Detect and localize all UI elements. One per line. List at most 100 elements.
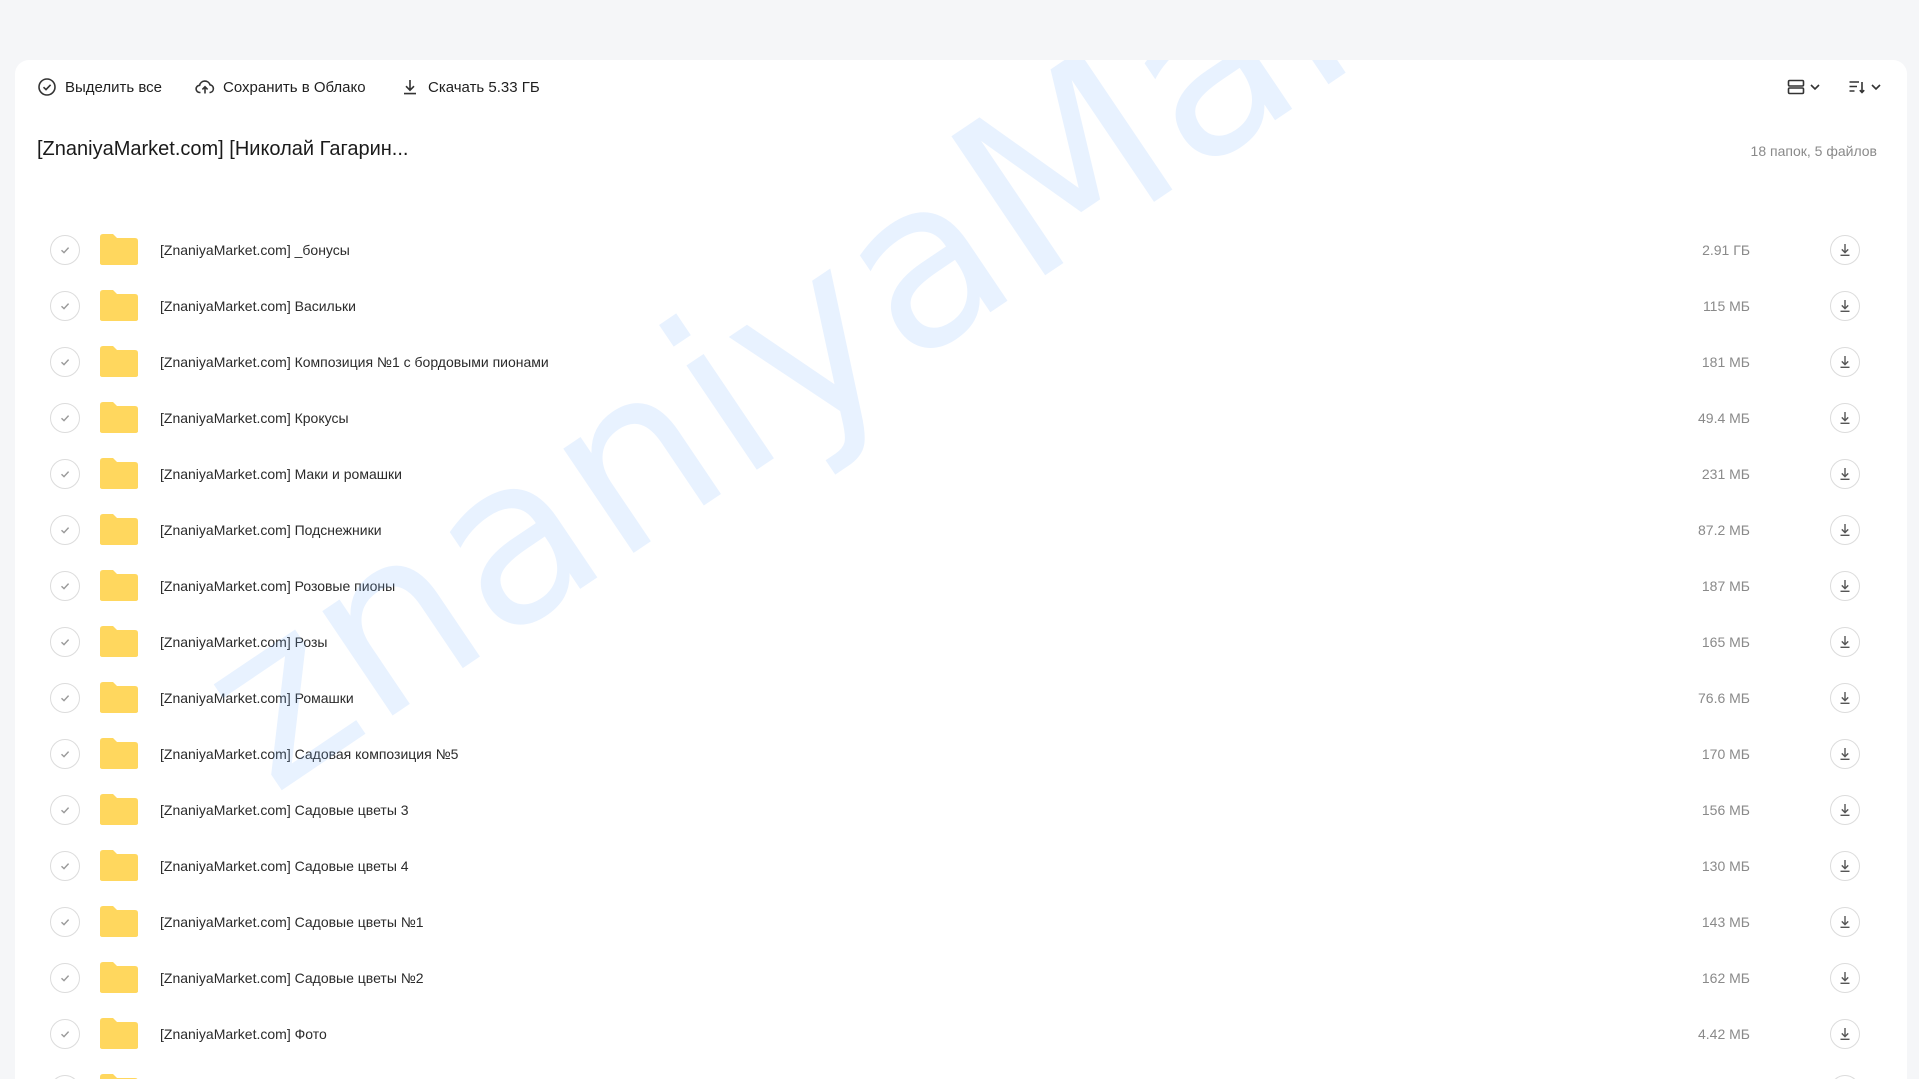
save-to-cloud-button[interactable]: Сохранить в Облако — [195, 74, 366, 100]
download-button[interactable] — [1830, 235, 1860, 265]
toolbar: Выделить все Сохранить в Облако Скачать … — [15, 60, 1907, 114]
download-icon — [1840, 860, 1850, 872]
item-name[interactable]: [ZnaniyaMarket.com] Садовая композиция №… — [160, 726, 458, 782]
select-checkbox[interactable] — [50, 515, 80, 545]
item-name[interactable]: [ZnaniyaMarket.com] Садовые цветы 3 — [160, 782, 409, 838]
item-name[interactable]: [ZnaniyaMarket.com] Маки и ромашки — [160, 446, 402, 502]
select-checkbox[interactable] — [50, 403, 80, 433]
select-checkbox[interactable] — [50, 347, 80, 377]
list-item[interactable]: [ZnaniyaMarket.com] Цыплята 207 МБ — [15, 1062, 1875, 1079]
download-button[interactable] — [1830, 459, 1860, 489]
list-item[interactable]: [ZnaniyaMarket.com] Садовые цветы №1 143 … — [15, 894, 1875, 950]
checkmark-icon — [61, 695, 70, 702]
list-item[interactable]: [ZnaniyaMarket.com] Крокусы 49.4 МБ — [15, 390, 1875, 446]
download-icon — [1840, 412, 1850, 424]
folder-icon — [100, 1074, 138, 1079]
list-item[interactable]: [ZnaniyaMarket.com] Маки и ромашки 231 МБ — [15, 446, 1875, 502]
list-item[interactable]: [ZnaniyaMarket.com] Садовая композиция №… — [15, 726, 1875, 782]
download-button[interactable] — [1830, 963, 1860, 993]
select-checkbox[interactable] — [50, 739, 80, 769]
item-name[interactable]: [ZnaniyaMarket.com] Подснежники — [160, 502, 382, 558]
item-name[interactable]: [ZnaniyaMarket.com] Цыплята — [160, 1062, 352, 1079]
list-item[interactable]: [ZnaniyaMarket.com] Ромашки 76.6 МБ — [15, 670, 1875, 726]
list-item[interactable]: [ZnaniyaMarket.com] Розовые пионы 187 МБ — [15, 558, 1875, 614]
download-icon — [1840, 748, 1850, 760]
list-item[interactable]: [ZnaniyaMarket.com] Садовые цветы 3 156 М… — [15, 782, 1875, 838]
select-checkbox[interactable] — [50, 1019, 80, 1049]
list-item[interactable]: [ZnaniyaMarket.com] Розы 165 МБ — [15, 614, 1875, 670]
item-name[interactable]: [ZnaniyaMarket.com] Васильки — [160, 278, 356, 334]
item-size: 87.2 МБ — [1698, 522, 1750, 538]
folder-icon — [100, 570, 138, 601]
list-item[interactable]: [ZnaniyaMarket.com] Фото 4.42 МБ — [15, 1006, 1875, 1062]
list-item[interactable]: [ZnaniyaMarket.com] _бонусы 2.91 ГБ — [15, 222, 1875, 278]
select-checkbox[interactable] — [50, 683, 80, 713]
item-name[interactable]: [ZnaniyaMarket.com] Садовые цветы 4 — [160, 838, 409, 894]
list-view-icon — [1787, 78, 1805, 96]
select-checkbox[interactable] — [50, 1075, 80, 1079]
select-all-button[interactable]: Выделить все — [37, 74, 162, 100]
select-checkbox[interactable] — [50, 291, 80, 321]
download-button[interactable] — [1830, 627, 1860, 657]
sort-toggle[interactable] — [1848, 74, 1882, 100]
checkmark-icon — [61, 975, 70, 982]
download-icon — [400, 77, 420, 97]
select-checkbox[interactable] — [50, 795, 80, 825]
download-button[interactable] — [1830, 907, 1860, 937]
item-size: 143 МБ — [1701, 914, 1750, 930]
download-button[interactable] — [1830, 795, 1860, 825]
item-name[interactable]: [ZnaniyaMarket.com] Фото — [160, 1006, 327, 1062]
view-mode-toggle[interactable] — [1787, 74, 1821, 100]
download-button[interactable] — [1830, 683, 1860, 713]
list-item[interactable]: [ZnaniyaMarket.com] Садовые цветы №2 162 … — [15, 950, 1875, 1006]
download-button[interactable] — [1830, 347, 1860, 377]
download-button[interactable] — [1830, 1075, 1860, 1079]
select-checkbox[interactable] — [50, 627, 80, 657]
select-checkbox[interactable] — [50, 907, 80, 937]
download-icon — [1840, 300, 1850, 312]
download-button[interactable] — [1830, 571, 1860, 601]
item-name[interactable]: [ZnaniyaMarket.com] Розовые пионы — [160, 558, 395, 614]
item-name[interactable]: [ZnaniyaMarket.com] Ромашки — [160, 670, 354, 726]
list-item[interactable]: [ZnaniyaMarket.com] Садовые цветы 4 130 М… — [15, 838, 1875, 894]
item-size: 165 МБ — [1701, 634, 1750, 650]
select-checkbox[interactable] — [50, 571, 80, 601]
list-item[interactable]: [ZnaniyaMarket.com] Подснежники 87.2 МБ — [15, 502, 1875, 558]
cloud-upload-icon — [195, 77, 215, 97]
item-size: 162 МБ — [1701, 970, 1750, 986]
select-checkbox[interactable] — [50, 851, 80, 881]
folder-icon — [100, 402, 138, 433]
folder-icon — [100, 1018, 138, 1049]
folder-icon — [100, 682, 138, 713]
list-item[interactable]: [ZnaniyaMarket.com] Композиция №1 с борд… — [15, 334, 1875, 390]
download-button[interactable] — [1830, 739, 1860, 769]
item-name[interactable]: [ZnaniyaMarket.com] _бонусы — [160, 222, 350, 278]
checkmark-icon — [61, 751, 70, 758]
select-all-label: Выделить все — [65, 78, 163, 96]
item-size: 115 МБ — [1702, 298, 1750, 314]
item-name[interactable]: [ZnaniyaMarket.com] Композиция №1 с борд… — [160, 334, 549, 390]
checkmark-icon — [61, 359, 70, 366]
folder-icon — [100, 906, 138, 937]
item-name[interactable]: [ZnaniyaMarket.com] Розы — [160, 614, 327, 670]
select-checkbox[interactable] — [50, 459, 80, 489]
download-button[interactable] — [1830, 403, 1860, 433]
select-checkbox[interactable] — [50, 963, 80, 993]
item-name[interactable]: [ZnaniyaMarket.com] Садовые цветы №2 — [160, 950, 424, 1006]
item-size: 4.42 МБ — [1698, 1026, 1750, 1042]
download-button[interactable] — [1830, 1019, 1860, 1049]
download-all-button[interactable]: Скачать 5.33 ГБ — [400, 74, 540, 100]
download-button[interactable] — [1830, 515, 1860, 545]
checkmark-icon — [61, 807, 70, 814]
item-size: 231 МБ — [1701, 466, 1750, 482]
download-button[interactable] — [1830, 851, 1860, 881]
download-button[interactable] — [1830, 291, 1860, 321]
list-item[interactable]: [ZnaniyaMarket.com] Васильки 115 МБ — [15, 278, 1875, 334]
select-checkbox[interactable] — [50, 235, 80, 265]
folder-icon — [100, 458, 138, 489]
download-icon — [1840, 356, 1850, 368]
item-name[interactable]: [ZnaniyaMarket.com] Садовые цветы №1 — [160, 894, 424, 950]
item-name[interactable]: [ZnaniyaMarket.com] Крокусы — [160, 390, 349, 446]
chevron-down-icon — [1870, 81, 1882, 93]
folder-icon — [100, 850, 138, 881]
